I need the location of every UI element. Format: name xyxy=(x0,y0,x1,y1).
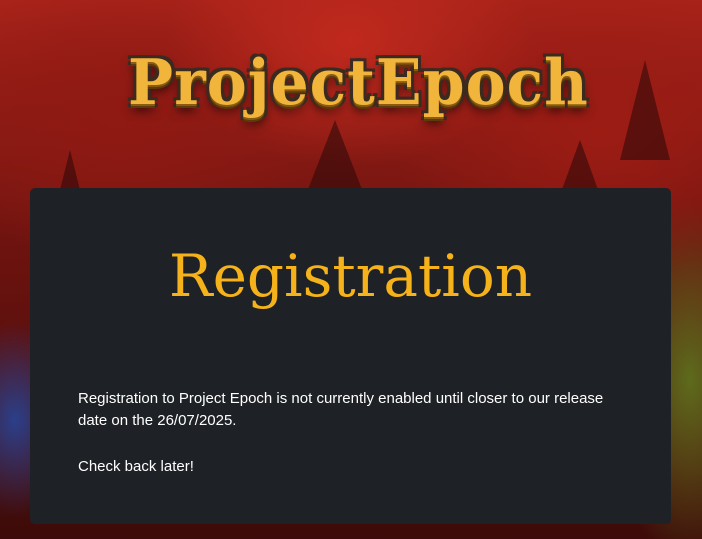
registration-message: Registration to Project Epoch is not cur… xyxy=(78,390,604,429)
registration-panel: Registration Registration to Project Epo… xyxy=(30,188,671,524)
background-spike xyxy=(620,60,670,160)
project-epoch-logo: ProjectEpoch xyxy=(128,28,589,138)
logo-text: ProjectEpoch xyxy=(128,46,589,120)
check-back-message: Check back later! xyxy=(78,458,194,475)
page-title: Registration xyxy=(168,242,533,310)
